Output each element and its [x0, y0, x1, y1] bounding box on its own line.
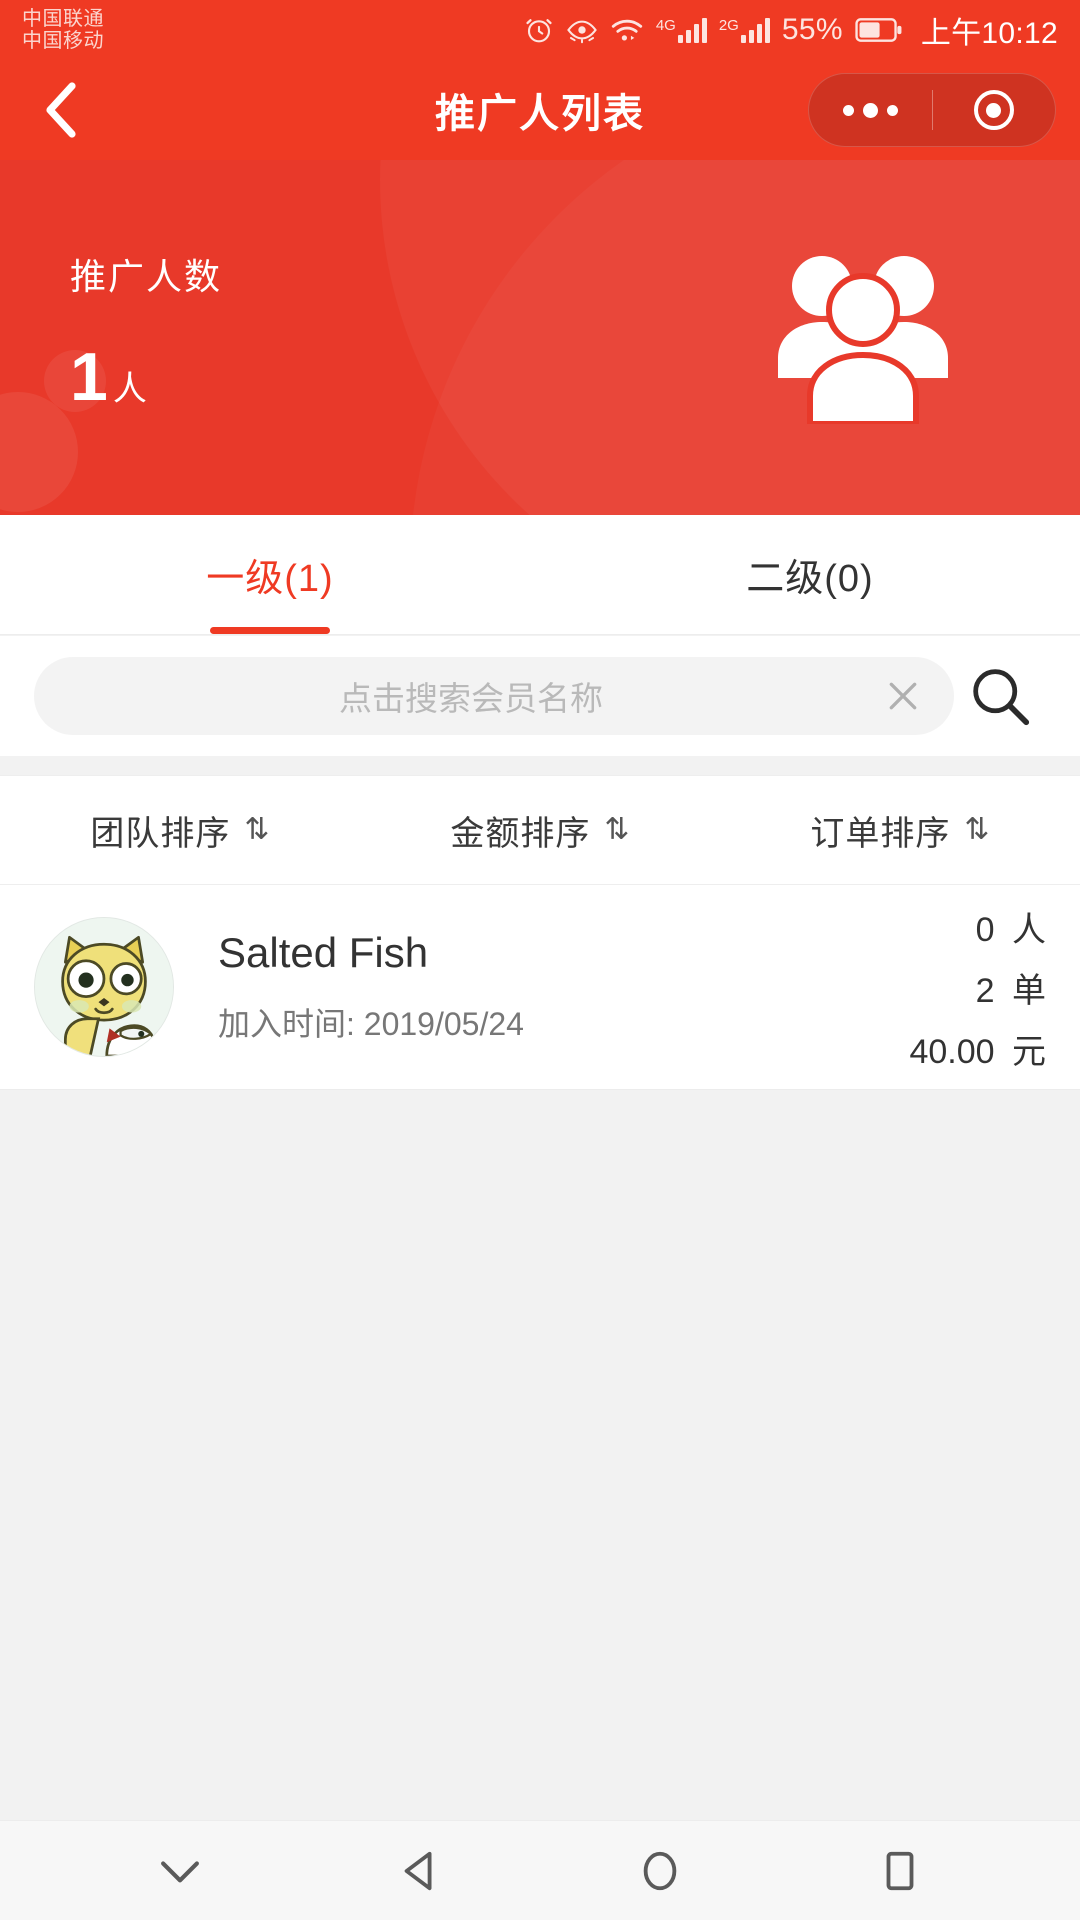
- status-icons: 4G 2G 55% 上午10:12: [524, 8, 1058, 52]
- list-item[interactable]: Salted Fish 加入时间: 2019/05/24 0 人 2 单 40.…: [0, 885, 1080, 1090]
- carrier-primary: 中国联通: [22, 7, 104, 30]
- signal-bars: [677, 17, 707, 43]
- stat-amount-number: 40.00: [909, 1032, 995, 1071]
- stat-orders-number: 2: [975, 971, 995, 1010]
- search-bar: 点击搜索会员名称: [0, 636, 1080, 756]
- promoter-count-value: 1 人: [70, 338, 222, 416]
- tab-level-one[interactable]: 一级(1): [0, 515, 540, 634]
- sort-updown-icon: ⇅: [244, 813, 270, 846]
- signal-1-label: 4G: [655, 17, 676, 34]
- wifi-icon: [611, 19, 642, 41]
- system-navigation-bar: [0, 1820, 1080, 1920]
- member-stats: 0 人 2 单 40.00 元: [909, 902, 1046, 1073]
- group-people-icon: [762, 234, 962, 429]
- tab-level-one-label: 一级(1): [206, 558, 334, 600]
- promoter-count-number: 1: [70, 339, 109, 415]
- search-button[interactable]: [954, 665, 1046, 727]
- navigation-bar: 推广人列表: [0, 60, 1080, 160]
- member-name: Salted Fish: [218, 929, 429, 976]
- member-info: Salted Fish 加入时间: 2019/05/24: [174, 929, 909, 1045]
- eye-comfort-icon: [566, 20, 597, 44]
- hide-keyboard-button[interactable]: [130, 1821, 230, 1920]
- promoter-list: Salted Fish 加入时间: 2019/05/24 0 人 2 单 40.…: [0, 885, 1080, 1090]
- sort-by-team[interactable]: 团队排序 ⇅: [0, 806, 360, 855]
- stat-amount-unit: 元: [1012, 1032, 1046, 1071]
- clock-time: 上午10:12: [920, 17, 1058, 50]
- signal-2: 2G: [719, 17, 770, 43]
- more-dots-icon: [842, 102, 898, 118]
- capsule-more-button[interactable]: [809, 102, 932, 118]
- level-tabs: 一级(1) 二级(0): [0, 515, 1080, 635]
- alarm-icon: [526, 19, 552, 43]
- promoter-count-unit: 人: [112, 370, 148, 408]
- tab-active-indicator: [210, 627, 330, 634]
- tab-level-two[interactable]: 二级(0): [540, 515, 1080, 634]
- close-x-icon[interactable]: [880, 673, 926, 719]
- signal-bars: [740, 17, 770, 43]
- magnifier-icon: [973, 669, 1030, 726]
- battery-icon: [855, 18, 902, 42]
- system-back-button[interactable]: [370, 1821, 470, 1920]
- back-triangle-icon: [404, 1851, 432, 1890]
- target-circle-icon: [973, 90, 1014, 130]
- carrier-labels: 中国联通 中国移动: [22, 8, 104, 53]
- app-screen: 中国联通 中国移动 4G 2G 55% 上午10:12 推广人列表 推广人数 1…: [0, 0, 1080, 1920]
- member-join-time: 加入时间: 2019/05/24: [218, 1006, 524, 1042]
- back-button[interactable]: [32, 80, 92, 140]
- sort-options-row: 团队排序 ⇅ 金额排序 ⇅ 订单排序 ⇅: [0, 775, 1080, 885]
- stat-people: 0 人: [909, 902, 1046, 951]
- chevron-down-icon: [161, 1860, 199, 1882]
- stat-amount: 40.00 元: [909, 1024, 1046, 1073]
- chevron-left-icon: [46, 82, 76, 138]
- sort-updown-icon: ⇅: [604, 813, 630, 846]
- status-bar: 中国联通 中国移动 4G 2G 55% 上午10:12: [0, 0, 1080, 60]
- carrier-secondary: 中国移动: [22, 30, 104, 52]
- sort-by-orders-label: 订单排序: [810, 814, 951, 853]
- search-placeholder: 点击搜索会员名称: [339, 680, 603, 717]
- home-circle-icon: [643, 1851, 677, 1890]
- system-recents-button[interactable]: [850, 1821, 950, 1920]
- sort-by-team-label: 团队排序: [90, 814, 231, 853]
- tab-level-two-label: 二级(0): [746, 558, 874, 600]
- sort-by-amount-label: 金额排序: [450, 814, 591, 853]
- promoter-count-label: 推广人数: [70, 256, 223, 297]
- recents-square-icon: [886, 1851, 914, 1890]
- capsule-close-button[interactable]: [933, 90, 1056, 130]
- cat-cartoon-avatar: [35, 918, 173, 1056]
- stat-orders-unit: 单: [1012, 971, 1046, 1010]
- search-input[interactable]: 点击搜索会员名称: [34, 657, 954, 735]
- sort-by-amount[interactable]: 金额排序 ⇅: [360, 806, 720, 855]
- promoter-count-block: 推广人数 1 人: [70, 248, 222, 416]
- system-home-button[interactable]: [610, 1821, 710, 1920]
- avatar: [34, 917, 174, 1057]
- signal-1: 4G: [656, 17, 707, 43]
- sort-updown-icon: ⇅: [964, 813, 990, 846]
- miniprogram-capsule[interactable]: [808, 73, 1056, 147]
- promoter-summary-banner: 推广人数 1 人: [0, 160, 1080, 515]
- stat-orders: 2 单: [909, 963, 1046, 1012]
- sort-by-orders[interactable]: 订单排序 ⇅: [720, 806, 1080, 855]
- stat-people-number: 0: [975, 910, 995, 949]
- signal-2-label: 2G: [718, 17, 739, 34]
- battery-percent: 55%: [781, 13, 843, 46]
- stat-people-unit: 人: [1012, 910, 1046, 949]
